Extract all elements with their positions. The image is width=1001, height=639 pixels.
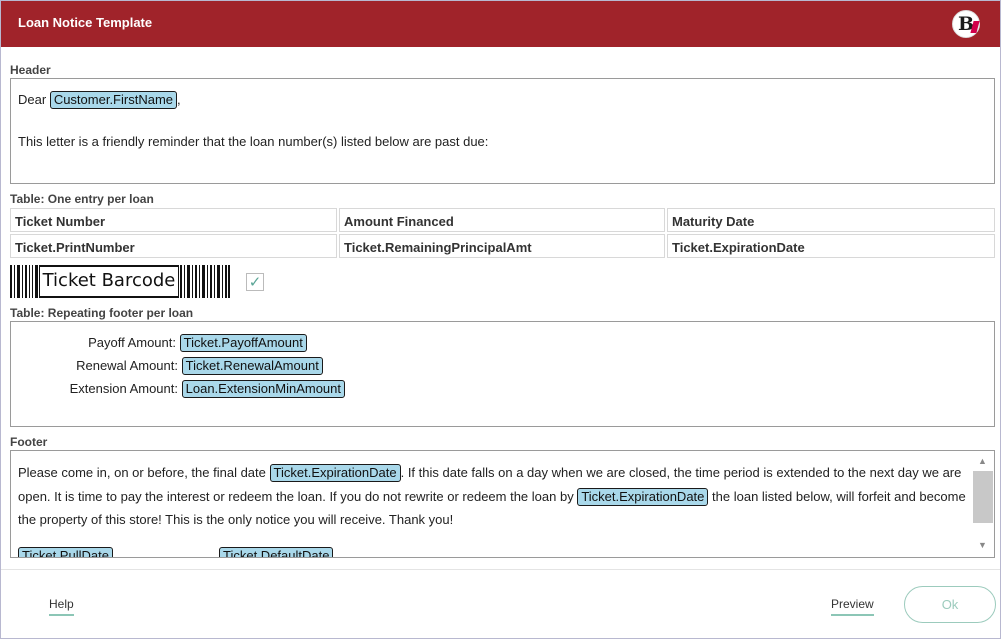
expiration-date-token-2[interactable]: Ticket.ExpirationDate xyxy=(577,487,709,506)
barcode-checkbox[interactable]: ✓ xyxy=(246,273,264,291)
header-section-label: Header xyxy=(10,63,51,77)
ticket-barcode-image[interactable]: Ticket Barcode xyxy=(10,264,230,299)
repeating-footer-editor[interactable]: Payoff Amount: Ticket.PayoffAmount Renew… xyxy=(10,321,995,427)
customer-firstname-token[interactable]: Customer.FirstName xyxy=(49,91,178,109)
scroll-thumb[interactable] xyxy=(973,471,993,523)
scroll-up-icon[interactable]: ▲ xyxy=(978,456,987,466)
loan-notice-window: Loan Notice Template B Header Dear Custo… xyxy=(0,0,1001,639)
scroll-down-icon[interactable]: ▼ xyxy=(978,540,987,550)
barcode-label: Ticket Barcode xyxy=(42,270,176,291)
extension-row: Extension Amount: Loan.ExtensionMinAmoun… xyxy=(11,380,345,398)
window-title: Loan Notice Template xyxy=(18,15,153,30)
default-date-token[interactable]: Ticket.DefaultDate xyxy=(219,547,334,557)
pull-date-token[interactable]: Ticket.PullDate xyxy=(18,547,113,557)
repeating-footer-label: Table: Repeating footer per loan xyxy=(10,306,194,320)
payoff-label: Payoff Amount: xyxy=(88,335,176,350)
renewal-row: Renewal Amount: Ticket.RenewalAmount xyxy=(11,357,323,375)
field-ticket-remainingprincipal[interactable]: Ticket.RemainingPrincipalAmt xyxy=(339,234,665,258)
field-ticket-expirationdate[interactable]: Ticket.ExpirationDate xyxy=(667,234,995,258)
greeting-prefix: Dear xyxy=(18,92,47,107)
logo-letter: B xyxy=(957,13,975,35)
check-icon: ✓ xyxy=(248,273,262,291)
column-header-ticket-number[interactable]: Ticket Number xyxy=(10,208,337,232)
renewal-amount-token[interactable]: Ticket.RenewalAmount xyxy=(181,357,323,375)
footer-text-1: Please come in, on or before, the final … xyxy=(18,465,266,480)
footer-editor[interactable]: Please come in, on or before, the final … xyxy=(10,450,995,558)
brand-logo-icon: B xyxy=(952,10,980,38)
payoff-amount-token[interactable]: Ticket.PayoffAmount xyxy=(179,334,307,352)
table-section-label: Table: One entry per loan xyxy=(10,192,154,206)
renewal-label: Renewal Amount: xyxy=(76,358,178,373)
help-link[interactable]: Help xyxy=(49,597,74,616)
footer-body: Please come in, on or before, the final … xyxy=(18,461,968,532)
greeting-suffix: , xyxy=(177,92,181,107)
footer-section-label: Footer xyxy=(10,435,48,449)
ok-button[interactable]: Ok xyxy=(904,586,996,623)
expiration-date-token-1[interactable]: Ticket.ExpirationDate xyxy=(269,464,401,482)
greeting-line: Dear Customer.FirstName, xyxy=(18,91,181,109)
preview-link[interactable]: Preview xyxy=(831,597,874,616)
header-editor[interactable]: Dear Customer.FirstName, This letter is … xyxy=(10,78,995,184)
reminder-line: This letter is a friendly reminder that … xyxy=(18,134,489,149)
footer-scrollbar[interactable]: ▲ ▼ xyxy=(972,451,994,557)
payoff-row: Payoff Amount: Ticket.PayoffAmount xyxy=(11,334,307,352)
extension-label: Extension Amount: xyxy=(69,381,178,396)
extension-amount-token[interactable]: Loan.ExtensionMinAmount xyxy=(181,380,345,398)
title-bar: Loan Notice Template B xyxy=(1,1,1000,47)
field-ticket-printnumber[interactable]: Ticket.PrintNumber xyxy=(10,234,337,258)
column-header-amount-financed[interactable]: Amount Financed xyxy=(339,208,665,232)
column-header-maturity-date[interactable]: Maturity Date xyxy=(667,208,995,232)
